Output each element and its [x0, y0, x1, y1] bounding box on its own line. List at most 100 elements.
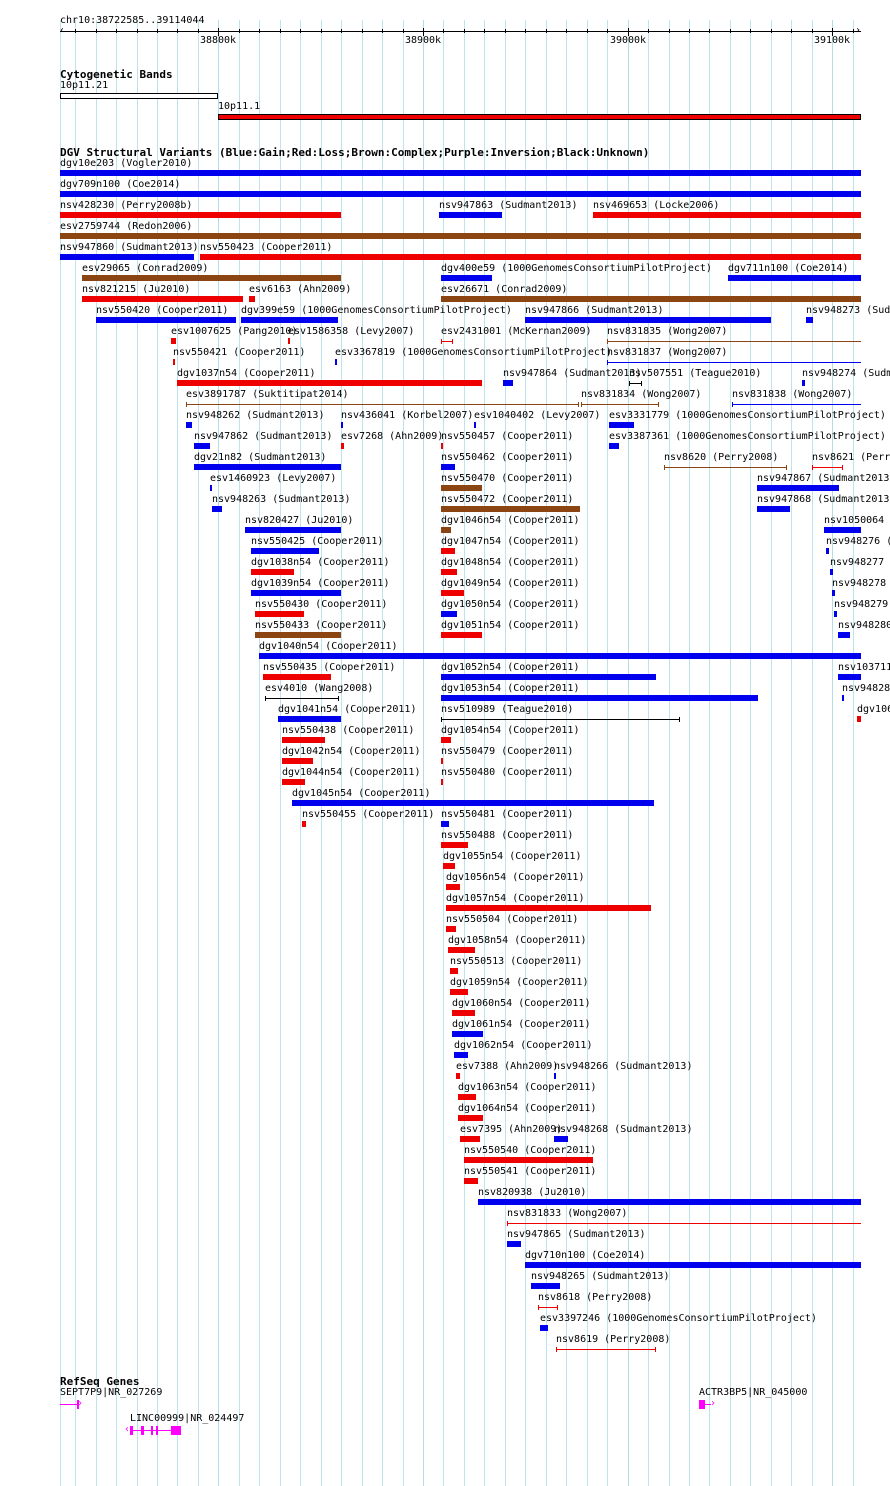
dgv-variant-bar[interactable]: [302, 821, 306, 827]
dgv-variant-bar[interactable]: [259, 653, 861, 659]
dgv-variant-bar[interactable]: [200, 254, 861, 260]
dgv-variant-bar[interactable]: [249, 296, 255, 302]
dgv-variant-bar[interactable]: [834, 611, 837, 617]
gene-exon[interactable]: [130, 1426, 133, 1435]
dgv-variant-bar[interactable]: [210, 485, 212, 491]
dgv-variant-bar[interactable]: [251, 590, 341, 596]
dgv-variant-bar[interactable]: [441, 548, 455, 554]
dgv-variant-bar[interactable]: [441, 842, 468, 848]
dgv-variant-bar[interactable]: [446, 884, 460, 890]
dgv-variant-bar[interactable]: [96, 317, 236, 323]
dgv-variant-line[interactable]: [607, 339, 861, 344]
dgv-variant-bar[interactable]: [554, 1073, 556, 1079]
gene-exon[interactable]: [141, 1426, 144, 1435]
dgv-variant-line[interactable]: [664, 465, 787, 470]
dgv-variant-bar[interactable]: [525, 1262, 861, 1268]
dgv-variant-bar[interactable]: [441, 569, 457, 575]
dgv-variant-bar[interactable]: [441, 443, 443, 449]
dgv-variant-bar[interactable]: [251, 569, 294, 575]
dgv-variant-bar[interactable]: [802, 380, 805, 386]
dgv-variant-line[interactable]: [607, 360, 861, 365]
gene-exon[interactable]: [699, 1400, 705, 1409]
dgv-variant-bar[interactable]: [60, 233, 861, 239]
dgv-variant-bar[interactable]: [60, 254, 194, 260]
dgv-variant-bar[interactable]: [450, 989, 468, 995]
dgv-variant-bar[interactable]: [282, 758, 313, 764]
dgv-variant-bar[interactable]: [186, 422, 192, 428]
dgv-variant-bar[interactable]: [60, 212, 341, 218]
cytoband-bar[interactable]: [60, 93, 218, 99]
dgv-variant-line[interactable]: [556, 1347, 656, 1352]
dgv-variant-bar[interactable]: [609, 422, 634, 428]
dgv-variant-bar[interactable]: [441, 485, 482, 491]
dgv-variant-bar[interactable]: [446, 926, 456, 932]
dgv-variant-bar[interactable]: [454, 1052, 468, 1058]
dgv-variant-bar[interactable]: [341, 422, 343, 428]
dgv-variant-bar[interactable]: [82, 296, 243, 302]
gene-exon[interactable]: [151, 1426, 153, 1435]
dgv-variant-bar[interactable]: [441, 821, 449, 827]
dgv-variant-bar[interactable]: [341, 443, 344, 449]
dgv-variant-line[interactable]: [507, 1221, 861, 1226]
dgv-variant-bar[interactable]: [263, 674, 331, 680]
dgv-variant-bar[interactable]: [212, 506, 222, 512]
dgv-variant-bar[interactable]: [507, 1241, 521, 1247]
dgv-variant-line[interactable]: [538, 1305, 558, 1310]
dgv-variant-bar[interactable]: [728, 275, 861, 281]
dgv-variant-bar[interactable]: [464, 1178, 478, 1184]
dgv-variant-bar[interactable]: [288, 338, 290, 344]
dgv-variant-bar[interactable]: [464, 1157, 593, 1163]
dgv-variant-bar[interactable]: [609, 443, 619, 449]
dgv-variant-bar[interactable]: [832, 590, 835, 596]
dgv-variant-bar[interactable]: [292, 800, 654, 806]
dgv-variant-bar[interactable]: [441, 611, 457, 617]
dgv-variant-bar[interactable]: [458, 1115, 483, 1121]
dgv-variant-bar[interactable]: [806, 317, 813, 323]
dgv-variant-bar[interactable]: [171, 338, 176, 344]
dgv-variant-line[interactable]: [581, 402, 659, 407]
dgv-variant-bar[interactable]: [503, 380, 513, 386]
dgv-variant-bar[interactable]: [441, 674, 656, 680]
dgv-variant-bar[interactable]: [60, 191, 861, 197]
dgv-variant-bar[interactable]: [441, 506, 580, 512]
dgv-variant-bar[interactable]: [177, 380, 482, 386]
dgv-variant-bar[interactable]: [458, 1094, 476, 1100]
dgv-variant-bar[interactable]: [441, 590, 464, 596]
dgv-variant-bar[interactable]: [441, 464, 455, 470]
dgv-variant-bar[interactable]: [441, 296, 861, 302]
dgv-variant-bar[interactable]: [278, 716, 341, 722]
dgv-variant-bar[interactable]: [531, 1283, 560, 1289]
dgv-variant-bar[interactable]: [456, 1073, 460, 1079]
dgv-variant-line[interactable]: [265, 696, 339, 701]
dgv-variant-bar[interactable]: [194, 464, 341, 470]
dgv-variant-bar[interactable]: [443, 863, 455, 869]
dgv-variant-bar[interactable]: [82, 275, 341, 281]
dgv-variant-bar[interactable]: [173, 359, 175, 365]
dgv-variant-bar[interactable]: [842, 695, 844, 701]
dgv-variant-bar[interactable]: [452, 1031, 483, 1037]
dgv-variant-bar[interactable]: [194, 443, 210, 449]
dgv-variant-bar[interactable]: [441, 275, 492, 281]
dgv-variant-bar[interactable]: [757, 506, 790, 512]
dgv-variant-bar[interactable]: [251, 548, 319, 554]
gene-exon[interactable]: [156, 1426, 158, 1435]
dgv-variant-bar[interactable]: [441, 527, 451, 533]
dgv-variant-bar[interactable]: [441, 632, 482, 638]
dgv-variant-bar[interactable]: [441, 695, 758, 701]
dgv-variant-bar[interactable]: [830, 569, 833, 575]
dgv-variant-line[interactable]: [186, 402, 579, 407]
dgv-variant-line[interactable]: [629, 381, 642, 386]
dgv-variant-bar[interactable]: [593, 212, 861, 218]
dgv-variant-bar[interactable]: [441, 758, 443, 764]
dgv-variant-bar[interactable]: [441, 737, 451, 743]
dgv-variant-bar[interactable]: [452, 1010, 475, 1016]
dgv-variant-bar[interactable]: [241, 317, 338, 323]
dgv-variant-line[interactable]: [732, 402, 861, 407]
dgv-variant-bar[interactable]: [245, 527, 341, 533]
cytoband-bar[interactable]: [218, 114, 861, 120]
dgv-variant-bar[interactable]: [448, 947, 475, 953]
dgv-variant-bar[interactable]: [60, 170, 861, 176]
dgv-variant-bar[interactable]: [478, 1199, 861, 1205]
dgv-variant-bar[interactable]: [554, 1136, 568, 1142]
dgv-variant-bar[interactable]: [460, 1136, 480, 1142]
